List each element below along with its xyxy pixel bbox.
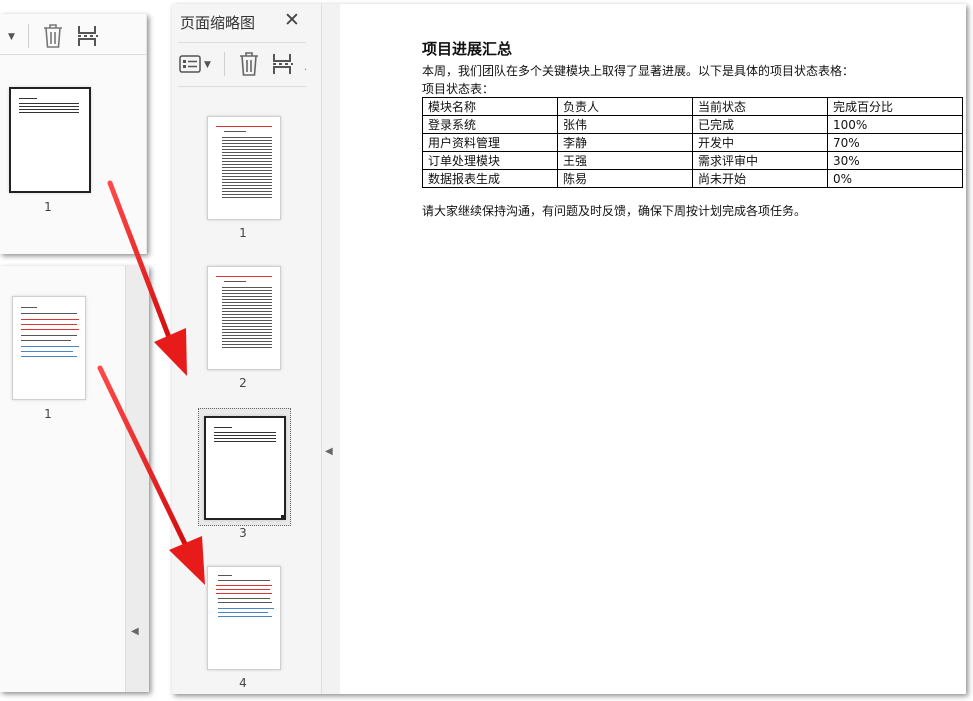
table-label: 项目状态表： xyxy=(422,82,495,96)
table-cell: 陈易 xyxy=(557,169,693,188)
selected-thumbnail-frame[interactable] xyxy=(198,408,291,526)
table-cell: 开发中 xyxy=(692,133,828,152)
left-bottom-page-thumbnail[interactable] xyxy=(12,296,86,400)
table-cell: 100% xyxy=(827,115,963,134)
view-dropdown-icon[interactable]: ▼ xyxy=(204,60,211,70)
page-split-icon[interactable] xyxy=(76,24,100,52)
thumbnail-page-number: 2 xyxy=(239,376,247,390)
trash-icon[interactable] xyxy=(238,51,260,81)
document-footer: 请大家继续保持沟通，有问题及时反馈，确保下周按计划完成各项任务。 xyxy=(422,204,807,218)
left-top-panel: ▼ 1 xyxy=(0,14,147,254)
page-thumbnail-4[interactable] xyxy=(207,566,281,670)
toolbar-separator xyxy=(0,54,146,55)
column-header: 模块名称 xyxy=(422,97,558,116)
view-dropdown-icon[interactable]: ▼ xyxy=(8,32,15,42)
left-top-page-thumbnail[interactable] xyxy=(9,87,91,193)
table-cell: 70% xyxy=(827,133,963,152)
table-row: 订单处理模块 王强 需求评审中 30% xyxy=(422,151,963,170)
page-thumbnail-1[interactable] xyxy=(207,116,281,220)
toolbar-separator xyxy=(178,42,306,43)
column-header: 当前状态 xyxy=(692,97,828,116)
project-status-table: 模块名称 负责人 当前状态 完成百分比 登录系统 张伟 已完成 100% 用户资… xyxy=(422,97,963,188)
more-icon[interactable]: . xyxy=(304,62,307,73)
table-cell: 张伟 xyxy=(557,115,693,134)
table-cell: 30% xyxy=(827,151,963,170)
sidebar-title: 页面缩略图 xyxy=(180,14,256,32)
table-cell: 用户资料管理 xyxy=(422,133,558,152)
page-thumbnail-2[interactable] xyxy=(207,266,281,370)
column-header: 负责人 xyxy=(557,97,693,116)
table-cell: 登录系统 xyxy=(422,115,558,134)
main-window: 页面缩略图 ✕ ▼ . 1 2 3 4 ◀ 项目进展汇总 本周，我们团队在多个关… xyxy=(172,4,966,694)
table-cell: 尚未开始 xyxy=(692,169,828,188)
table-row: 登录系统 张伟 已完成 100% xyxy=(422,115,963,134)
table-cell: 0% xyxy=(827,169,963,188)
toolbar-separator xyxy=(178,86,306,87)
thumbnail-page-number: 4 xyxy=(239,676,247,690)
page-split-icon[interactable] xyxy=(271,52,295,80)
table-row: 用户资料管理 李静 开发中 70% xyxy=(422,133,963,152)
table-cell: 已完成 xyxy=(692,115,828,134)
document-intro: 本周，我们团队在多个关键模块上取得了显著进展。以下是具体的项目状态表格： xyxy=(422,64,855,78)
page-thumbnail-3[interactable] xyxy=(204,416,286,520)
thumbnail-page-number: 3 xyxy=(239,526,247,540)
view-options-icon[interactable] xyxy=(179,55,201,77)
document-title: 项目进展汇总 xyxy=(422,40,513,58)
thumbnail-page-number: 1 xyxy=(239,226,247,240)
document-page: 项目进展汇总 本周，我们团队在多个关键模块上取得了显著进展。以下是具体的项目状态… xyxy=(340,4,966,694)
trash-icon[interactable] xyxy=(42,23,64,53)
toolbar-divider xyxy=(28,24,29,48)
thumbnail-sidebar: 页面缩略图 ✕ ▼ . 1 2 3 4 xyxy=(172,4,322,694)
table-header-row: 模块名称 负责人 当前状态 完成百分比 xyxy=(422,97,963,116)
collapse-arrow-icon[interactable]: ◀ xyxy=(325,446,333,457)
table-cell: 需求评审中 xyxy=(692,151,828,170)
left-bottom-panel: 1 ◀ xyxy=(0,266,149,692)
thumbnail-page-number: 1 xyxy=(44,407,52,421)
table-cell: 订单处理模块 xyxy=(422,151,558,170)
table-cell: 数据报表生成 xyxy=(422,169,558,188)
toolbar-divider xyxy=(224,52,225,76)
thumbnail-page-number: 1 xyxy=(44,200,52,214)
column-header: 完成百分比 xyxy=(827,97,963,116)
table-cell: 李静 xyxy=(557,133,693,152)
table-cell: 王强 xyxy=(557,151,693,170)
close-icon[interactable]: ✕ xyxy=(284,9,300,31)
collapse-arrow-icon[interactable]: ◀ xyxy=(131,626,139,637)
table-row: 数据报表生成 陈易 尚未开始 0% xyxy=(422,169,963,188)
